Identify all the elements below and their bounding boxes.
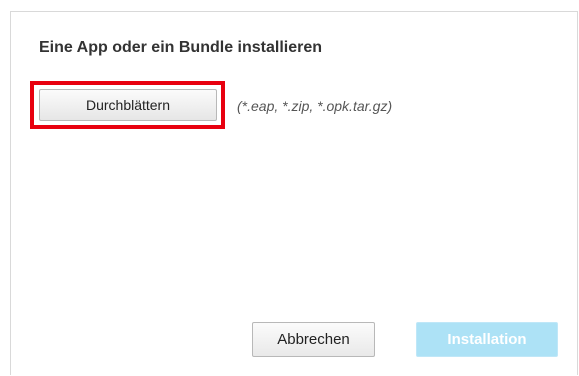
- install-app-dialog: Eine App oder ein Bundle installieren Du…: [10, 11, 578, 375]
- cancel-button[interactable]: Abbrechen: [252, 322, 375, 357]
- dialog-title: Eine App oder ein Bundle installieren: [39, 39, 323, 56]
- install-button[interactable]: Installation: [416, 322, 558, 357]
- browse-button[interactable]: Durchblättern: [39, 89, 217, 121]
- file-types-hint: (*.eap, *.zip, *.opk.tar.gz): [237, 98, 393, 114]
